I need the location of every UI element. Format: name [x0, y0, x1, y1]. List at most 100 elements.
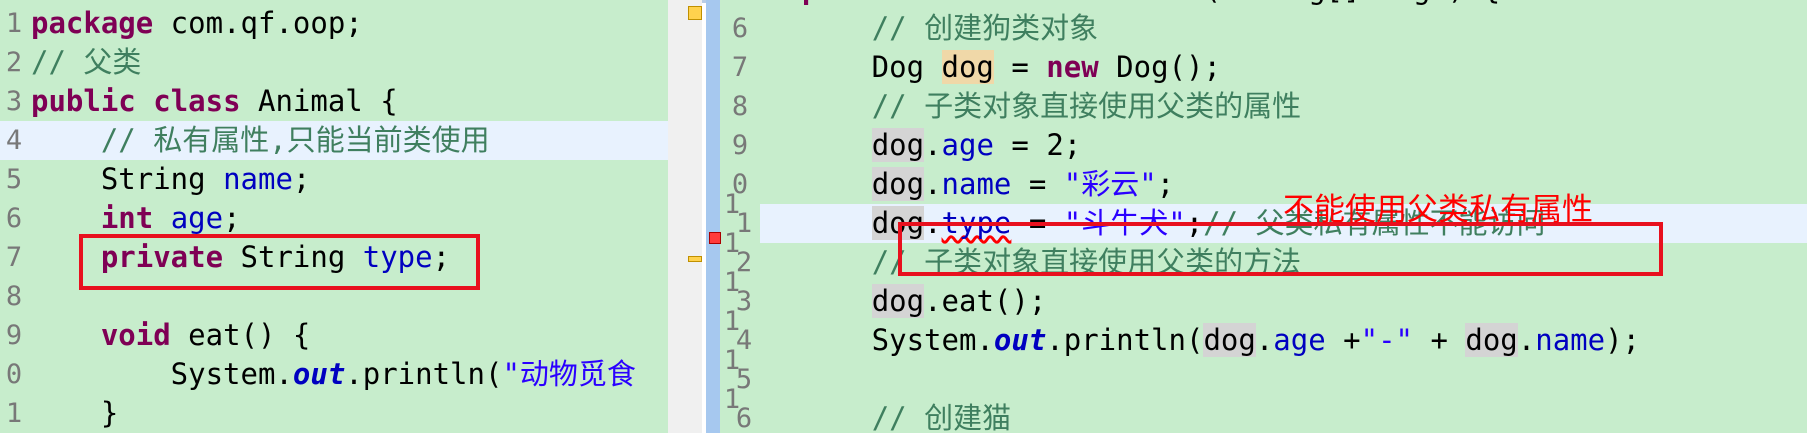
left-editor-overview-ruler[interactable]: [668, 0, 702, 433]
code-token: public: [31, 84, 136, 118]
code-line[interactable]: // 创建狗类对象: [720, 9, 1807, 48]
right-line-number-ruler: 67890111213141516: [720, 0, 760, 434]
code-line[interactable]: dog.age = 2;: [720, 126, 1807, 165]
code-token: class: [153, 84, 241, 118]
code-token: }: [31, 396, 119, 430]
occurrence-marker-icon[interactable]: [688, 256, 702, 262]
code-text: package com.qf.oop;: [31, 4, 363, 43]
code-text: void eat() {: [31, 316, 311, 355]
code-token: .: [1255, 323, 1274, 357]
code-text: // 创建猫: [732, 399, 1011, 433]
error-line-highlight-box: [898, 222, 1663, 276]
code-token: age: [1273, 323, 1326, 357]
code-token: static: [924, 0, 1029, 6]
code-line[interactable]: // 创建猫: [720, 399, 1807, 433]
code-line[interactable]: 3 public class Animal {: [0, 82, 668, 121]
code-line[interactable]: 9 void eat() {: [0, 316, 668, 355]
code-token: // 私有属性,只能当前类使用: [100, 123, 490, 157]
code-token: // 创建猫: [871, 401, 1012, 433]
line-number: 2: [5, 47, 23, 78]
code-line[interactable]: public static void main(String[] args) {: [720, 0, 1807, 9]
code-line[interactable]: 0 System.out.println("动物觅食: [0, 355, 668, 394]
code-token: +: [1325, 323, 1361, 357]
code-line[interactable]: // 子类对象直接使用父类的属性: [720, 87, 1807, 126]
line-number: 6: [731, 13, 749, 44]
code-token: String: [31, 162, 224, 196]
line-number: 7: [5, 242, 23, 273]
line-number: 3: [5, 86, 23, 117]
code-token: dog: [871, 128, 925, 162]
code-token: +: [1413, 323, 1466, 357]
code-line[interactable]: System.out.println(dog.age +"-" + dog.na…: [720, 321, 1807, 360]
code-token: void: [1046, 0, 1116, 6]
code-text: // 创建狗类对象: [732, 9, 1098, 48]
code-line[interactable]: 4 // 私有属性,只能当前类使用: [0, 121, 668, 160]
code-token: System.: [31, 357, 293, 391]
line-number: 1: [5, 398, 23, 429]
code-token: .: [1517, 323, 1536, 357]
code-token: =: [1011, 167, 1064, 201]
code-token: .eat();: [924, 284, 1047, 318]
code-token: ;: [223, 201, 241, 235]
code-token: name: [941, 167, 1012, 201]
code-token: .: [924, 128, 942, 162]
error-marker-icon[interactable]: [709, 232, 721, 244]
code-line[interactable]: 5 String name;: [0, 160, 668, 199]
line-number: 0: [5, 359, 23, 390]
code-text: String name;: [31, 160, 311, 199]
code-token: package: [31, 6, 154, 40]
code-line[interactable]: Dog dog = new Dog();: [720, 48, 1807, 87]
code-line[interactable]: 2 // 父类: [0, 43, 668, 82]
code-token: dog: [871, 284, 925, 318]
code-text: dog.eat();: [732, 282, 1046, 321]
code-token: ;: [1156, 167, 1175, 201]
code-text: // 私有属性,只能当前类使用: [31, 121, 490, 160]
code-token: Animal {: [240, 84, 398, 118]
line-number: 8: [5, 281, 23, 312]
code-text: // 父类: [31, 43, 141, 82]
code-text: System.out.println("动物觅食: [31, 355, 636, 394]
code-token: "动物觅食: [502, 357, 636, 391]
private-field-highlight-box: [79, 234, 480, 290]
code-token: com.qf.oop;: [153, 6, 363, 40]
right-code-editor[interactable]: public static void main(String[] args) {…: [720, 0, 1807, 433]
code-token: main(String[] args) {: [1116, 0, 1501, 6]
code-line[interactable]: 1 }: [0, 394, 668, 433]
code-text: System.out.println(dog.age +"-" + dog.na…: [732, 321, 1640, 360]
line-number: 1: [5, 8, 23, 39]
code-line[interactable]: dog.name = "彩云";: [720, 165, 1807, 204]
code-token: name: [1535, 323, 1606, 357]
code-token: .println(: [345, 357, 503, 391]
code-line[interactable]: 1 package com.qf.oop;: [0, 4, 668, 43]
line-number: 6: [5, 203, 23, 234]
code-token: // 创建狗类对象: [871, 11, 1099, 45]
code-line[interactable]: 6 int age;: [0, 199, 668, 238]
warning-marker-icon[interactable]: [688, 6, 702, 20]
code-text: public static void main(String[] args) {: [732, 0, 1500, 9]
code-token: out: [292, 357, 346, 391]
code-text: }: [31, 394, 118, 433]
code-text: dog.name = "彩云";: [732, 165, 1174, 204]
code-text: dog.age = 2;: [732, 126, 1081, 165]
code-line[interactable]: dog.eat();: [720, 282, 1807, 321]
code-text: public class Animal {: [31, 82, 398, 121]
line-number: 8: [731, 91, 749, 122]
code-line[interactable]: [720, 360, 1807, 399]
code-token: "-": [1360, 323, 1413, 357]
code-token: int: [100, 201, 154, 235]
line-number: 5: [5, 164, 23, 195]
line-number: 6: [735, 403, 753, 434]
code-token: dog: [1203, 323, 1256, 357]
line-number: 4: [5, 125, 23, 156]
code-token: dog: [1465, 323, 1518, 357]
left-code-editor[interactable]: 1 package com.qf.oop; 2 // 父类 3 public class …: [0, 0, 668, 433]
code-text: int age;: [31, 199, 241, 238]
annotation-note: 不能使用父类私有属性: [1283, 192, 1593, 228]
code-token: public: [802, 0, 907, 6]
